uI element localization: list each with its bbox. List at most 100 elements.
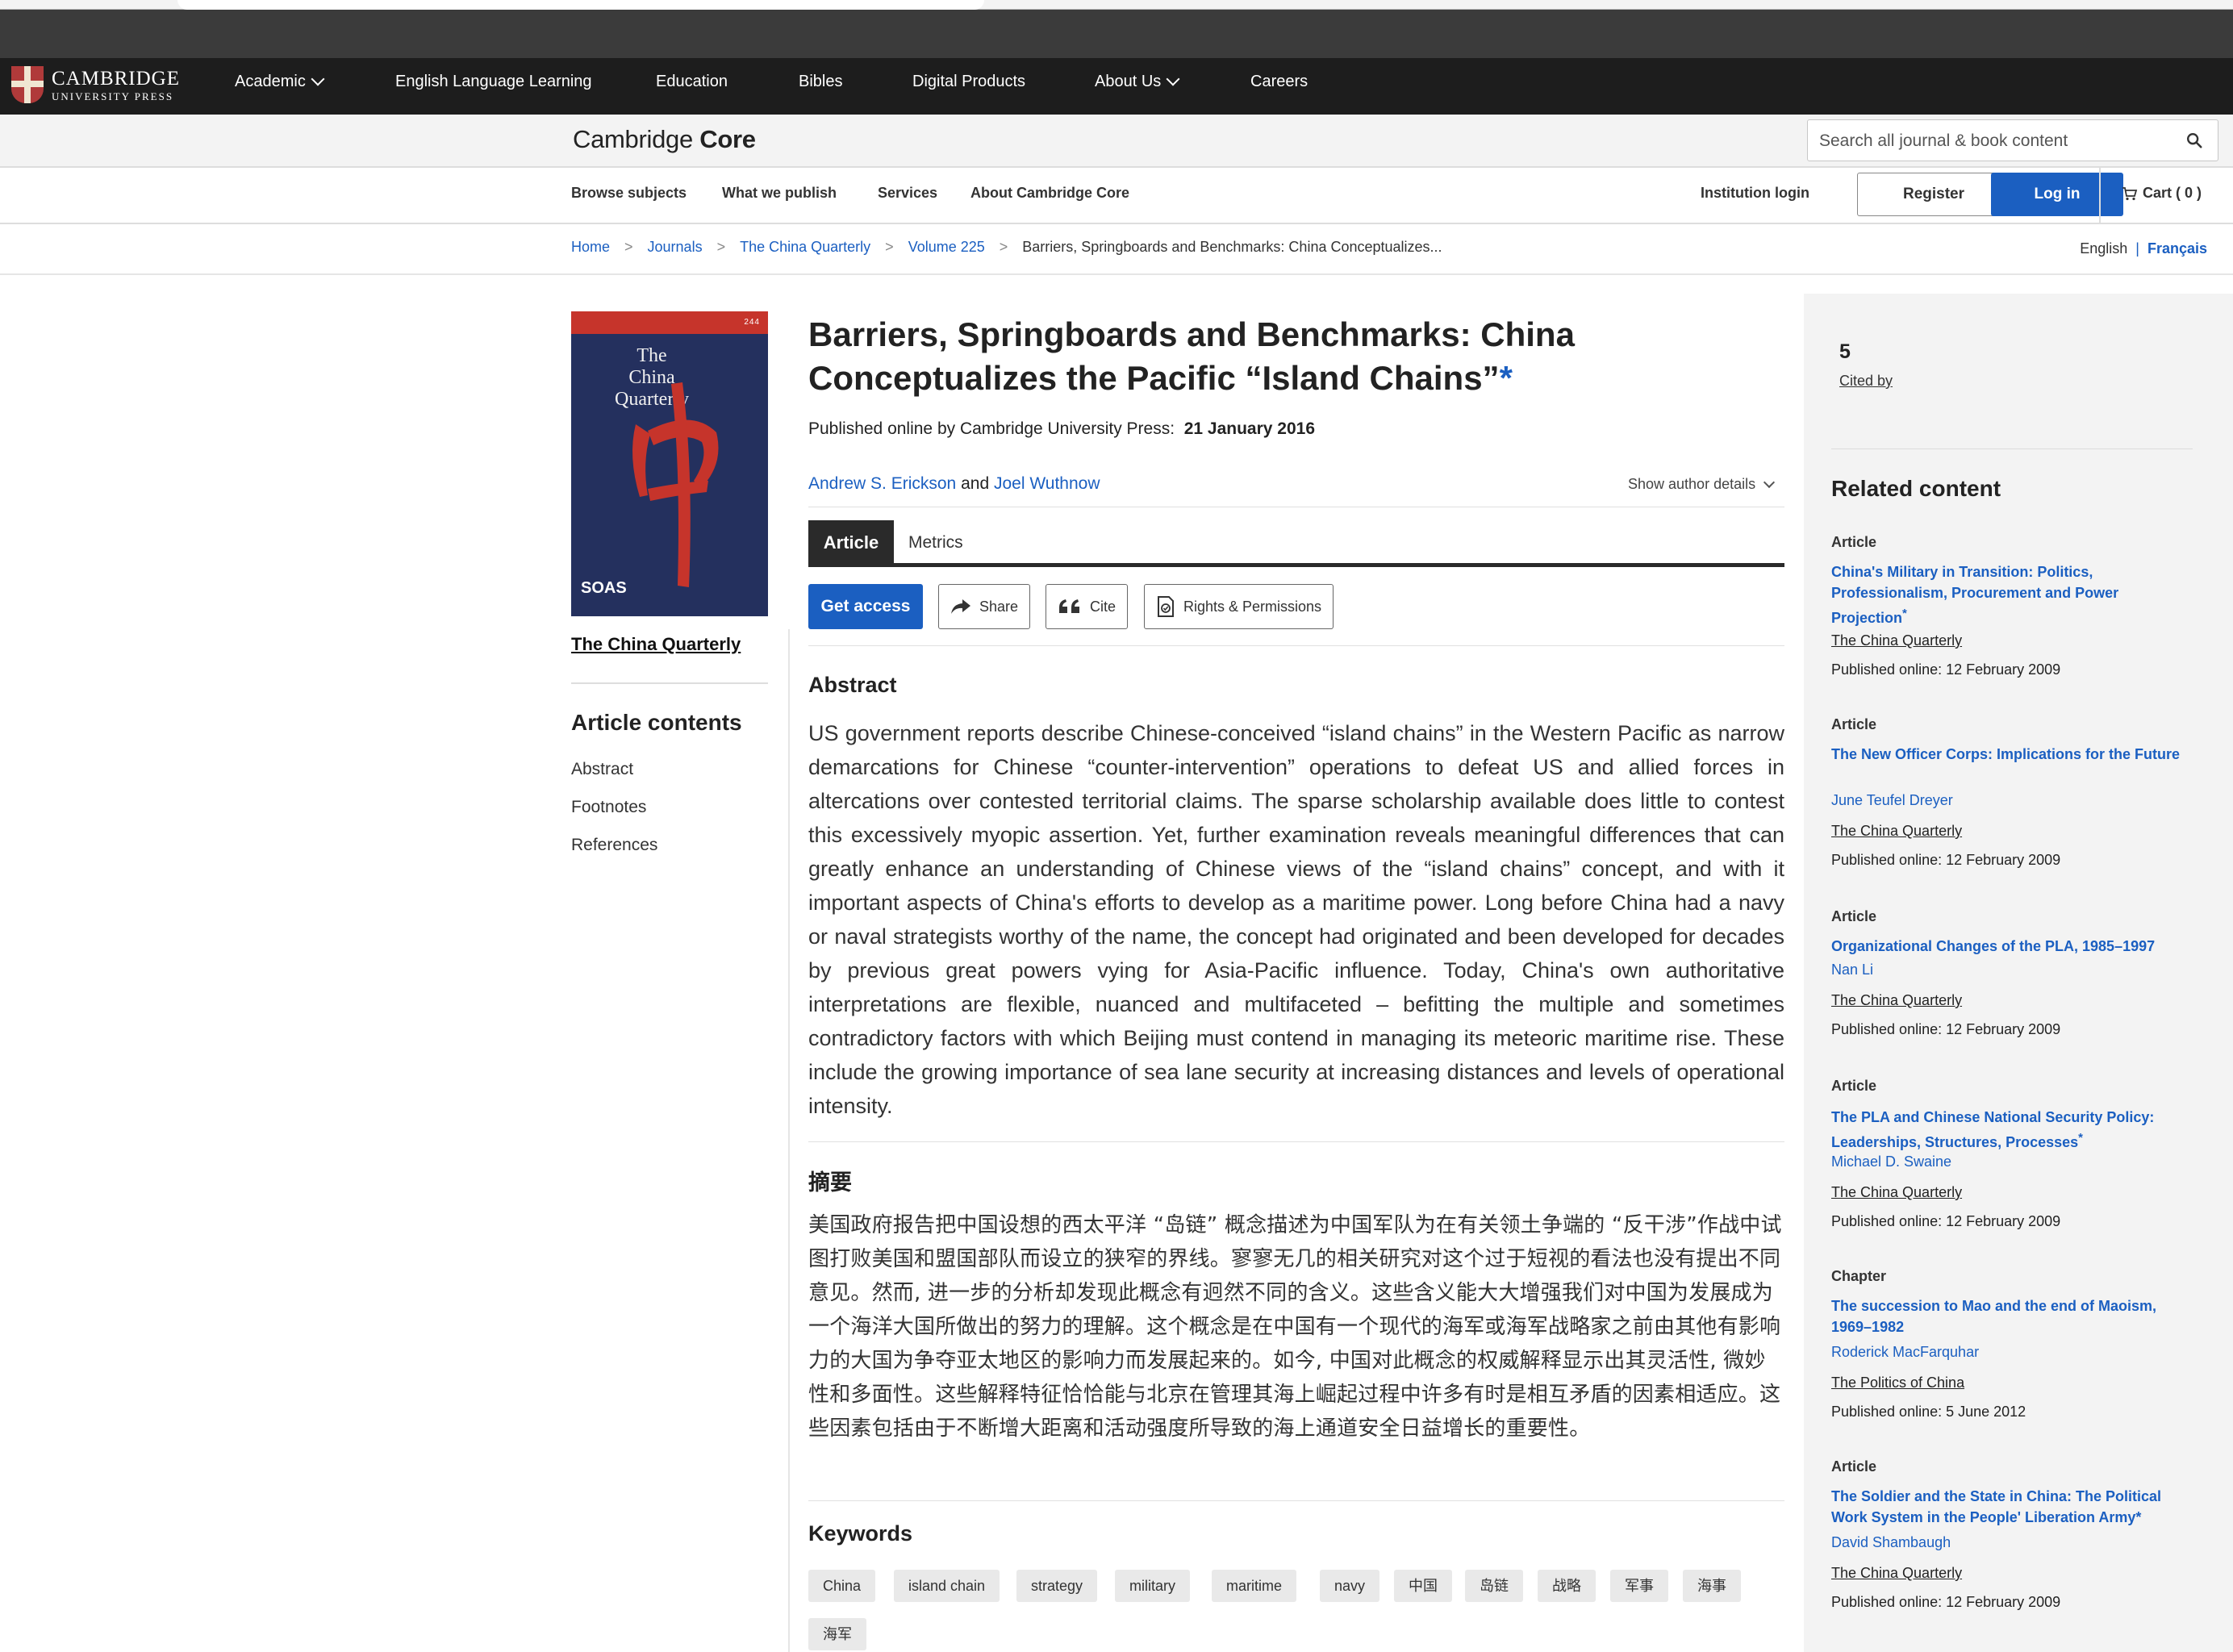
related-date: Published online: 12 February 2009 [1831,1213,2061,1229]
journal-link[interactable]: The China Quarterly [571,634,741,655]
breadcrumb-volume[interactable]: Volume 225 [908,239,985,256]
breadcrumb-journal[interactable]: The China Quarterly [740,239,870,256]
cite-button[interactable]: Cite [1046,584,1129,629]
search-icon[interactable] [2185,131,2203,149]
author-details-label: Show author details [1628,476,1756,492]
subnav-services[interactable]: Services [878,185,937,202]
related-type: Chapter [1831,1268,1887,1284]
authors: Andrew S. Erickson and Joel Wuthnow [808,474,1100,494]
journal-cover[interactable]: 244 The China Quarterly SOAS [571,311,768,616]
related-content-heading: Related content [1831,476,2001,501]
related-title-link[interactable]: China's Military in Transition: Politics… [1831,561,2186,628]
share-button[interactable]: Share [938,584,1031,629]
keyword-tag[interactable]: China [808,1570,876,1602]
cambridge-shield-icon [11,66,44,103]
tab-metrics[interactable]: Metrics [908,520,963,565]
breadcrumb-separator: > [885,239,894,255]
keywords-heading: Keywords [808,1521,913,1546]
related-journal-link[interactable]: The Politics of China [1831,1375,1964,1391]
keyword-tag[interactable]: military [1115,1570,1190,1602]
cambridge-core-logo[interactable]: Cambridge Core [573,125,756,154]
divider [571,682,768,684]
related-title-link[interactable]: The succession to Mao and the end of Mao… [1831,1295,2186,1337]
breadcrumb-home[interactable]: Home [571,239,610,256]
browser-chrome [0,0,2233,58]
keyword-tag[interactable]: 海军 [808,1618,866,1650]
author-link[interactable]: Joel Wuthnow [994,474,1100,493]
author-link[interactable]: Andrew S. Erickson [808,474,956,493]
cambridge-university-press-logo[interactable]: Cambridge UNIVERSITY PRESS [11,66,180,103]
search-input[interactable] [1819,130,2174,152]
related-title-text: The succession to Mao and the end of Mao… [1831,1298,2157,1335]
related-title-link[interactable]: The PLA and Chinese National Security Po… [1831,1107,2186,1153]
subnav-about-core[interactable]: About Cambridge Core [970,185,1129,202]
author-join: and [961,474,990,493]
register-button[interactable]: Register [1857,173,2010,216]
related-author-link[interactable]: Michael D. Swaine [1831,1153,1951,1170]
share-icon [951,599,970,614]
related-author-link[interactable]: Nan Li [1831,962,1873,978]
abstract-heading: Abstract [808,673,897,697]
related-type: Article [1831,908,1877,924]
quote-icon [1059,599,1079,613]
keyword-tag[interactable]: 军事 [1610,1570,1668,1602]
keyword-tag[interactable]: 岛链 [1465,1570,1523,1602]
nav-education[interactable]: Education [656,73,728,91]
keyword-tag[interactable]: maritime [1212,1570,1297,1602]
related-title-link[interactable]: The Soldier and the State in China: The … [1831,1486,2186,1528]
keyword-tag[interactable]: 中国 [1394,1570,1452,1602]
related-date: Published online: 12 February 2009 [1831,852,2061,868]
nav-careers[interactable]: Careers [1250,73,1308,91]
related-journal-link[interactable]: The China Quarterly [1831,1565,1962,1582]
institution-login-link[interactable]: Institution login [1701,185,1809,202]
tab-article[interactable]: Article [808,520,894,565]
browser-active-tab[interactable] [177,0,984,10]
keyword-tag[interactable]: 战略 [1538,1570,1596,1602]
contents-abstract[interactable]: Abstract [571,760,633,779]
nav-english-language-learning[interactable]: English Language Learning [395,73,592,91]
language-french[interactable]: Français [2147,240,2207,257]
nav-digital-products[interactable]: Digital Products [912,73,1025,91]
cover-title-line: The [637,345,667,366]
title-footnote-star[interactable]: * [1500,359,1513,397]
cited-by-link[interactable]: Cited by [1839,373,1893,390]
login-button[interactable]: Log in [1991,173,2123,216]
related-journal-link[interactable]: The China Quarterly [1831,632,1962,649]
contents-references[interactable]: References [571,836,657,855]
core-logo-text: Cambridge [573,125,693,153]
related-journal-link[interactable]: The China Quarterly [1831,823,1962,840]
show-author-details[interactable]: Show author details [1628,476,1776,493]
related-author-link[interactable]: David Shambaugh [1831,1534,1951,1551]
article-contents-heading: Article contents [571,710,742,735]
divider [808,1141,1784,1142]
breadcrumb-journals[interactable]: Journals [648,239,703,256]
divider [1831,448,2193,449]
contents-footnotes[interactable]: Footnotes [571,798,646,817]
related-date: Published online: 5 June 2012 [1831,1404,2026,1420]
rights-permissions-button[interactable]: Rights & Permissions [1144,584,1334,629]
keyword-tag[interactable]: 海事 [1683,1570,1741,1602]
related-journal-link[interactable]: The China Quarterly [1831,1184,1962,1201]
related-author-link[interactable]: Roderick MacFarquhar [1831,1344,1979,1361]
subnav-what-we-publish[interactable]: What we publish [722,185,837,202]
cart-link[interactable]: Cart ( 0 ) [2122,185,2202,202]
breadcrumb-current: Barriers, Springboards and Benchmarks: C… [1022,239,1442,255]
keyword-tag[interactable]: navy [1320,1570,1380,1602]
get-access-button[interactable]: Get access [808,584,923,629]
related-type: Article [1831,1078,1877,1094]
nav-about-us[interactable]: About Us [1095,72,1180,91]
keyword-tag[interactable]: island chain [894,1570,1000,1602]
cart-label: Cart ( 0 ) [2143,185,2202,201]
related-title-link[interactable]: Organizational Changes of the PLA, 1985–… [1831,936,2186,957]
subnav-browse-subjects[interactable]: Browse subjects [571,185,687,202]
nav-bibles[interactable]: Bibles [799,73,842,91]
cover-issue: 244 [744,318,760,327]
related-title-link[interactable]: The New Officer Corps: Implications for … [1831,744,2186,765]
nav-academic[interactable]: Academic [235,72,325,91]
browser-tab-strip [0,0,2233,10]
divider [808,645,1784,646]
nav-education-label: Education [656,73,728,90]
related-author-link[interactable]: June Teufel Dreyer [1831,792,1953,809]
related-journal-link[interactable]: The China Quarterly [1831,992,1962,1009]
keyword-tag[interactable]: strategy [1016,1570,1098,1602]
